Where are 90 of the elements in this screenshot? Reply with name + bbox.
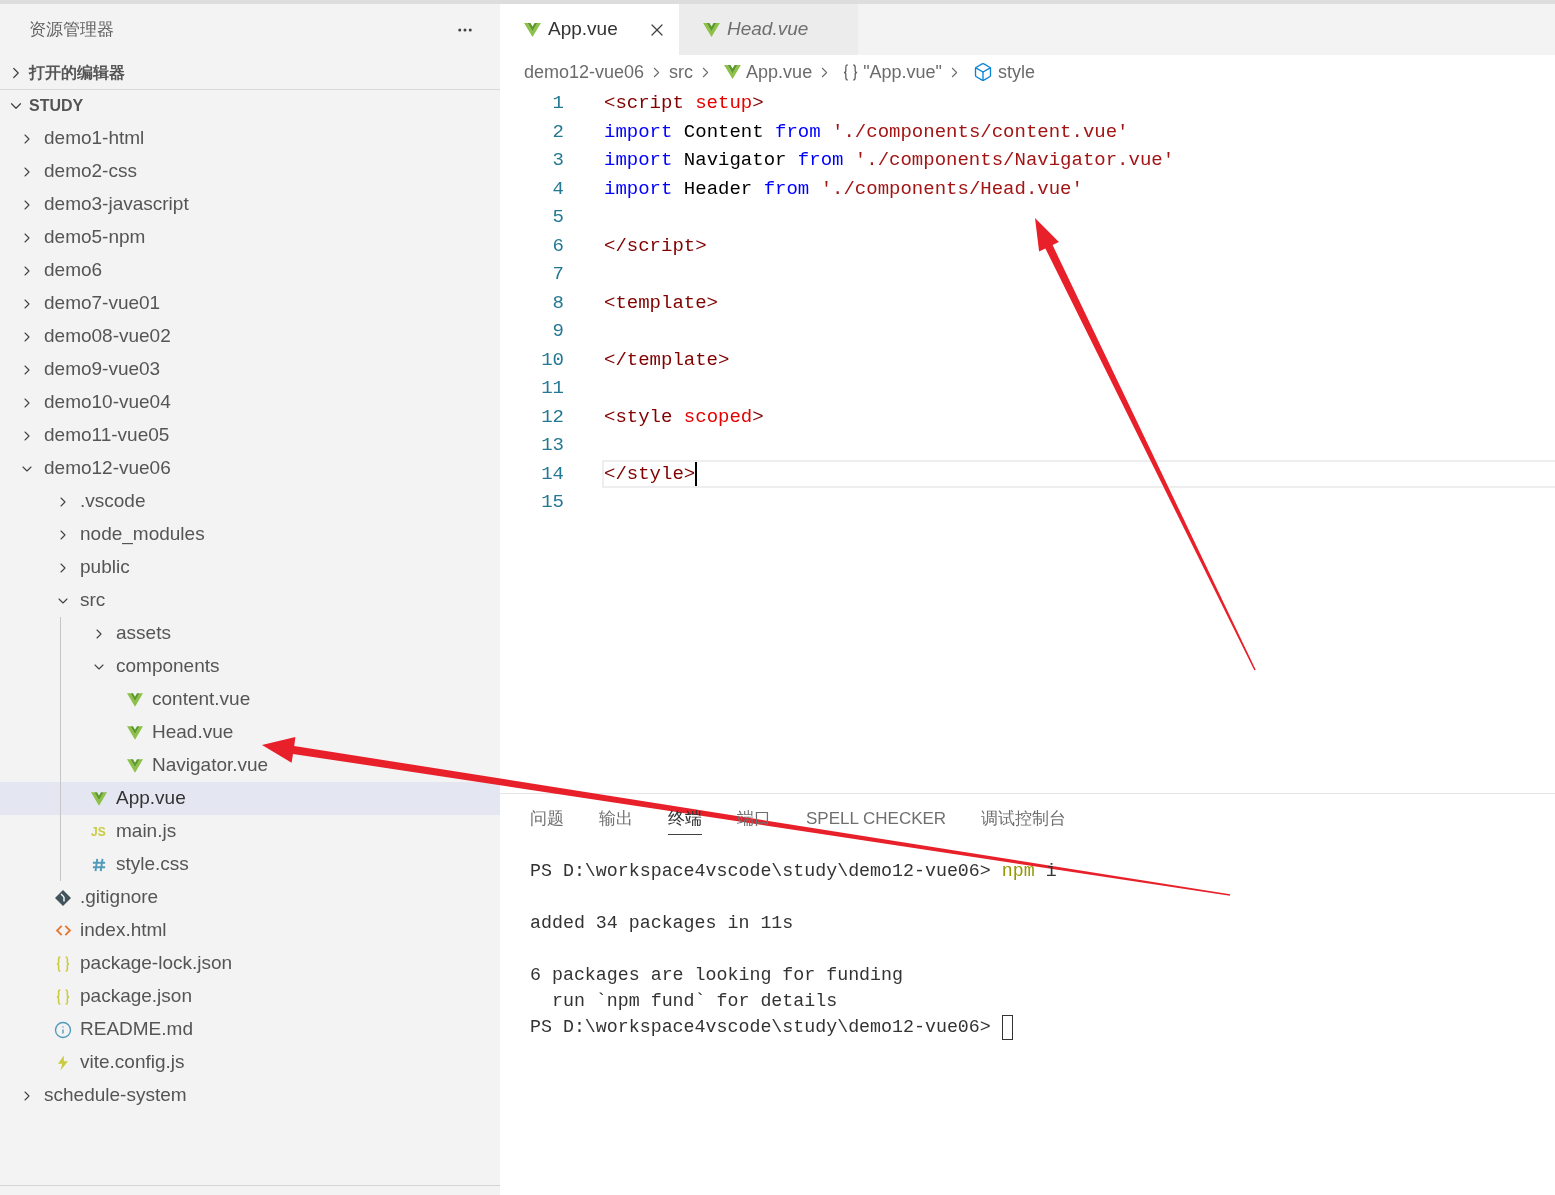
terminal-line: 6 packages are looking for funding [530, 964, 903, 987]
line-number: 7 [551, 262, 564, 287]
tree-item[interactable]: style.css [0, 848, 500, 881]
panel-tab[interactable]: SPELL CHECKER [806, 803, 947, 835]
tree-item[interactable]: demo5-npm [0, 221, 500, 254]
braces-icon [56, 955, 70, 972]
file-type-label: JS [91, 824, 107, 839]
line-number: 6 [551, 233, 564, 259]
line-number: 4 [551, 176, 564, 202]
tree-item[interactable]: demo08-vue02 [0, 320, 500, 353]
tree-item[interactable]: demo12-vue06 [0, 452, 500, 485]
tree-item[interactable]: demo10-vue04 [0, 386, 500, 419]
tree-item[interactable]: App.vue [0, 782, 500, 815]
vue-icon [127, 692, 143, 707]
tree-item[interactable]: schedule-system [0, 1079, 500, 1112]
code-line: </style> [604, 461, 696, 486]
code-line: import Content from './components/content.vue' [604, 119, 1129, 144]
line-number: 2 [551, 119, 564, 145]
editor-tab[interactable]: Head.vue [679, 4, 858, 55]
line-number: 14 [540, 461, 564, 487]
tree-item[interactable]: components [0, 650, 500, 683]
editor-tab[interactable]: App.vue [500, 4, 679, 55]
code-line: import Header from './components/Head.vue' [604, 176, 1083, 201]
explorer-title: 资源管理器 [29, 19, 114, 42]
tree-item[interactable]: README.md [0, 1013, 500, 1046]
code-line: </script> [604, 233, 707, 258]
breadcrumb-item[interactable]: style [973, 58, 1035, 86]
line-number: 15 [540, 490, 564, 515]
section-header[interactable]: STUDY [0, 89, 500, 122]
braces-icon [843, 63, 859, 81]
panel-tab[interactable]: 调试控制台 [981, 803, 1067, 835]
tree-item[interactable]: content.vue [0, 683, 500, 716]
tree-item[interactable]: demo9-vue03 [0, 353, 500, 386]
cube-icon [973, 62, 993, 82]
info-icon [54, 1020, 72, 1039]
breadcrumb-item[interactable]: demo12-vue06 [524, 58, 645, 86]
tree-item[interactable]: Head.vue [0, 716, 500, 749]
line-number: 8 [551, 290, 564, 316]
tree-item[interactable]: public [0, 551, 500, 584]
vue-icon [127, 725, 143, 740]
tree-item[interactable]: demo1-html [0, 122, 500, 155]
tree-item[interactable]: demo7-vue01 [0, 287, 500, 320]
code-line: <style scoped> [604, 404, 764, 429]
tree-item[interactable]: package.json [0, 980, 500, 1013]
tree-item[interactable]: node_modules [0, 518, 500, 551]
tree-item[interactable]: demo3-javascript [0, 188, 500, 221]
terminal-line: run `npm fund` for details [550, 990, 838, 1013]
line-number: 11 [540, 376, 564, 401]
tree-item[interactable]: demo2-css [0, 155, 500, 188]
terminal-line: added 34 packages in 11s [530, 912, 794, 935]
git-diamond-icon [55, 889, 71, 906]
panel-tab[interactable]: 输出 [599, 803, 633, 835]
line-number: 10 [540, 347, 564, 373]
code-line: </template> [604, 347, 730, 372]
code-brackets-icon [55, 925, 71, 936]
vue-icon [127, 758, 143, 773]
breadcrumb-item[interactable]: src [669, 58, 694, 86]
tree-item[interactable]: assets [0, 617, 500, 650]
line-number: 9 [551, 319, 564, 344]
terminal-line: PS D:\workspace4vscode\study\demo12-vue06> [530, 1016, 992, 1039]
braces-icon [56, 988, 70, 1005]
tree-item[interactable]: Navigator.vue [0, 749, 500, 782]
text-cursor [695, 461, 698, 486]
breadcrumb-item[interactable]: App.vue [724, 58, 813, 86]
vue-icon [703, 22, 720, 37]
lightning-icon [58, 1054, 68, 1071]
code-line: import Navigator from './components/Navigator.vue' [604, 148, 1175, 173]
tree-item[interactable]: .gitignore [0, 881, 500, 914]
line-number: 13 [540, 433, 564, 458]
vue-icon [524, 22, 541, 37]
line-number: 12 [540, 404, 564, 430]
hash-icon [92, 857, 106, 872]
tree-item[interactable]: demo6 [0, 254, 500, 287]
line-number: 3 [551, 148, 564, 173]
code-line: <template> [604, 290, 719, 315]
tree-item[interactable]: package-lock.json [0, 947, 500, 980]
vue-icon [91, 791, 107, 806]
tree-item[interactable]: .vscode [0, 485, 500, 518]
vue-icon [724, 65, 742, 79]
tree-item[interactable]: demo11-vue05 [0, 419, 500, 452]
tree-item[interactable]: JS main.js [0, 815, 500, 848]
line-number: 5 [551, 205, 564, 230]
breadcrumb-item[interactable]: "App.vue" [843, 58, 942, 86]
panel-tab[interactable]: 问题 [530, 803, 564, 835]
section-header[interactable]: 打开的编辑器 [0, 56, 500, 89]
code-line: <script setup> [604, 91, 764, 116]
tree-item[interactable]: src [0, 584, 500, 617]
tree-item[interactable]: vite.config.js [0, 1046, 500, 1079]
tree-item[interactable]: index.html [0, 914, 500, 947]
line-number: 1 [551, 91, 564, 116]
